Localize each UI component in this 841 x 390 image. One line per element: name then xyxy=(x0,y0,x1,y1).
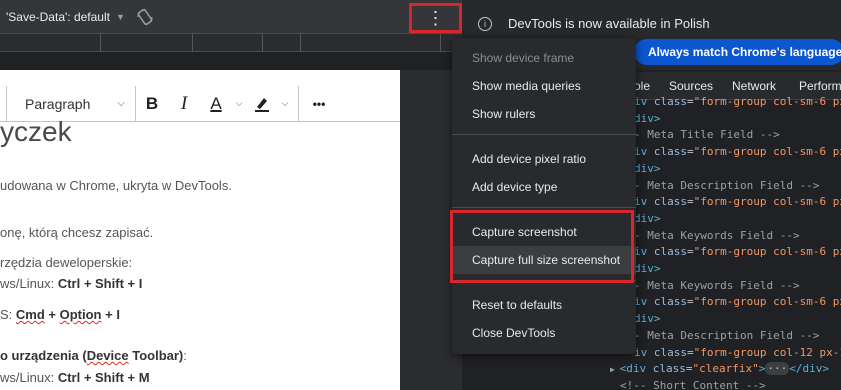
menu-item-show-device-frame: Show device frame xyxy=(472,51,575,65)
chevron-down-icon[interactable]: ⌵ xyxy=(278,98,292,109)
shortcut-prefix: S: xyxy=(0,307,16,322)
shortcut-plus: + xyxy=(44,307,60,322)
page-text-line: onę, którą chcesz zapisać. xyxy=(0,225,154,240)
chevron-down-icon: ▼ xyxy=(115,12,125,22)
menu-item-add-device-pixel-ratio[interactable]: Add device pixel ratio xyxy=(452,145,636,173)
colon: : xyxy=(183,348,187,363)
dom-node-line[interactable]: div> xyxy=(634,111,661,128)
dom-node-line[interactable]: iv class="form-group col-sm-6 px xyxy=(634,244,841,261)
page-heading: yczek xyxy=(0,116,72,147)
page-text-line: ws/Linux: Ctrl + Shift + I xyxy=(0,276,142,291)
dom-node-line[interactable]: iv class="form-group col-sm-6 px xyxy=(634,294,841,311)
tab-console[interactable]: ole xyxy=(634,79,650,93)
dom-node-line[interactable]: iv class="form-group col-sm-6 px xyxy=(634,194,841,211)
dom-node-line[interactable]: - Meta Keywords Field --> xyxy=(634,228,800,245)
dom-node-line[interactable]: div> xyxy=(634,211,661,228)
shortcut-keys: Ctrl + Shift + M xyxy=(57,370,150,385)
menu-item-close-devtools[interactable]: Close DevTools xyxy=(452,319,636,347)
shortcut-prefix: ws/Linux: xyxy=(0,276,58,291)
more-tools-button[interactable]: ••• xyxy=(299,86,339,121)
page-text-line: ws/Linux: Ctrl + Shift + M xyxy=(0,370,150,385)
dom-node-line[interactable]: <!-- Short Content --> xyxy=(620,378,766,390)
menu-item-capture-full-size-screenshot[interactable]: Capture full size screenshot xyxy=(452,246,636,274)
rotate-icon[interactable] xyxy=(136,8,154,26)
device-viewport: Paragraph ⌵ B I A ⌵ ⌵ ••• yczek udowana … xyxy=(0,70,400,390)
menu-item-show-rulers[interactable]: Show rulers xyxy=(452,100,636,128)
page-text-line: rzędzia deweloperskie: xyxy=(0,255,133,270)
menu-item-add-device-type[interactable]: Add device type xyxy=(452,173,636,201)
dom-node-line[interactable]: iv class="form-group col-sm-6 px xyxy=(634,94,841,111)
dom-node-line[interactable]: iv class="form-group col-12 px-1 xyxy=(634,345,841,362)
dom-node-line[interactable]: div> xyxy=(634,161,661,178)
ruler-tick xyxy=(262,34,263,52)
menu-item-capture-screenshot[interactable]: Capture screenshot xyxy=(452,218,636,246)
tab-network[interactable]: Network xyxy=(732,79,776,93)
menu-item-show-media-queries[interactable]: Show media queries xyxy=(452,72,636,100)
dom-node-line[interactable]: ▶ <div class="clearfix"> ··· </div> xyxy=(610,361,829,379)
section-label: o urządzenia ( xyxy=(0,348,87,363)
kebab-icon: ⋮ xyxy=(426,8,445,28)
ruler-tick xyxy=(192,34,193,52)
menu-separator xyxy=(452,134,636,135)
page-text-line: o urządzenia (Device Toolbar): xyxy=(0,348,187,363)
device-toolbar: 'Save-Data': default ▼ ⋮ xyxy=(0,0,462,34)
shortcut-key: Option xyxy=(59,307,102,322)
highlight-button[interactable] xyxy=(246,86,278,121)
dom-node-line[interactable]: - Meta Keywords Field --> xyxy=(634,278,800,295)
media-query-bar[interactable] xyxy=(0,34,462,52)
menu-separator xyxy=(452,280,636,281)
menu-item-reset-to-defaults[interactable]: Reset to defaults xyxy=(452,291,636,319)
match-language-button[interactable]: Always match Chrome's language xyxy=(634,39,841,65)
dom-node-line[interactable]: - Meta Description Field --> xyxy=(634,178,819,195)
chevron-down-icon[interactable]: ⌵ xyxy=(232,98,246,109)
ruler-tick xyxy=(300,34,301,52)
dom-node-line[interactable]: - Meta Title Field --> xyxy=(634,127,780,144)
page-text-line: udowana w Chrome, ukryta w DevTools. xyxy=(0,178,232,193)
ruler-tick xyxy=(100,34,101,52)
tab-sources[interactable]: Sources xyxy=(669,79,713,93)
tab-performance[interactable]: Perform xyxy=(799,79,841,93)
section-label-word: Device xyxy=(86,348,129,363)
section-label-rest: Toolbar) xyxy=(128,348,184,363)
ruler-gap xyxy=(0,52,462,70)
chevron-down-icon: ⌵ xyxy=(117,98,125,109)
dom-node-line[interactable]: div> xyxy=(634,311,661,328)
device-toolbar-menu: Show device frame Show media queries Sho… xyxy=(452,38,636,354)
menu-separator xyxy=(452,207,636,208)
infobar-message: DevTools is now available in Polish xyxy=(508,16,710,31)
dom-node-line[interactable]: - Meta Description Field --> xyxy=(634,328,819,345)
bold-button[interactable]: B xyxy=(136,86,168,121)
highlighter-icon xyxy=(255,97,269,112)
page-text-line: S: Cmd + Option + I xyxy=(0,307,120,322)
paragraph-label: Paragraph xyxy=(25,95,91,112)
shortcut-keys: Ctrl + Shift + I xyxy=(57,276,143,291)
ruler-tick xyxy=(440,34,441,52)
text-color-icon: A xyxy=(210,93,222,113)
dom-node-line[interactable]: iv class="form-group col-sm-6 px xyxy=(634,144,841,161)
dom-node-line[interactable]: div> xyxy=(634,261,661,278)
shortcut-rest: + I xyxy=(101,307,120,322)
shortcut-prefix: ws/Linux: xyxy=(0,370,58,385)
save-data-label: 'Save-Data': default xyxy=(6,10,110,24)
info-icon: i xyxy=(478,17,492,31)
shortcut-key: Cmd xyxy=(15,307,45,322)
text-color-button[interactable]: A xyxy=(200,86,232,121)
italic-button[interactable]: I xyxy=(168,86,200,121)
save-data-dropdown[interactable]: 'Save-Data': default ▼ xyxy=(6,10,125,24)
more-options-button[interactable]: ⋮ xyxy=(409,3,462,33)
